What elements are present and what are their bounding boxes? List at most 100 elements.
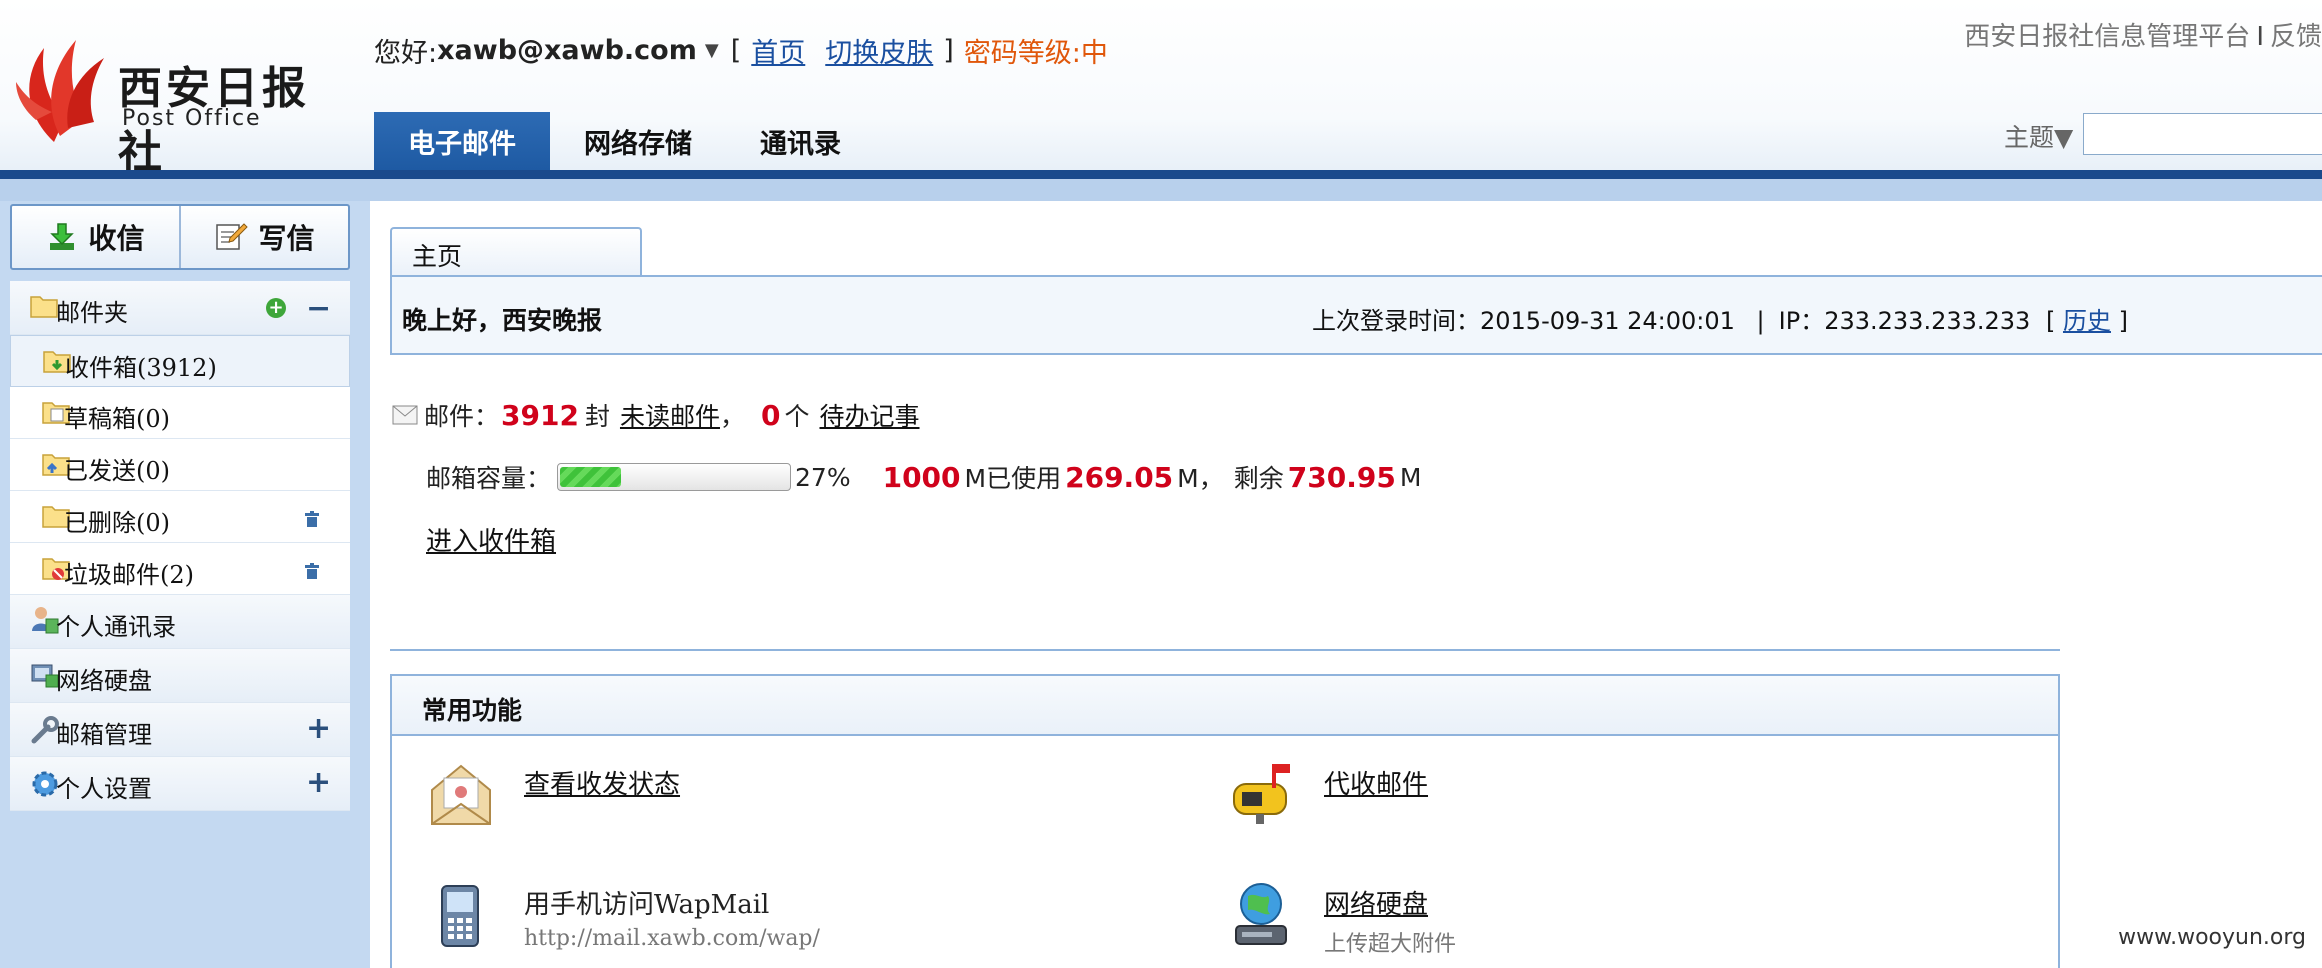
function-mail-status-title[interactable]: 查看收发状态 — [524, 764, 680, 801]
common-functions-panel: 常用功能 查看收发状态 代收邮件 用手机访问WapMail http://mai… — [390, 674, 2060, 968]
mail-stats: 邮件： 3912 封 未读邮件 ， 0 个 待办记事 — [392, 397, 920, 433]
add-folder-icon[interactable]: + — [266, 298, 286, 318]
nav-tab-storage[interactable]: 网络存储 — [550, 112, 726, 170]
receive-button[interactable]: 收信 — [12, 206, 179, 268]
folder-section-label: 邮件夹 — [56, 299, 128, 327]
logo-subtitle: Post Office — [122, 106, 262, 131]
section-mailbox-management-label: 邮箱管理 — [56, 721, 152, 749]
logo: 西安日报社 Post Office — [14, 24, 344, 178]
header: 西安日报社 Post Office 您好: xawb@xawb.com ▼ [ … — [0, 0, 2322, 178]
separator: I — [2256, 22, 2264, 52]
last-login-time: 2015-09-31 24:00:01 — [1480, 307, 1735, 335]
tab-home[interactable]: 主页 — [390, 227, 642, 277]
ip-label: IP： — [1778, 307, 1825, 335]
globe-disk-icon — [1228, 880, 1294, 954]
open-envelope-icon — [428, 760, 494, 834]
compose-label: 写信 — [258, 222, 315, 255]
todo-unit: 个 — [784, 402, 810, 431]
section-personal-settings-label: 个人设置 — [56, 775, 152, 803]
folder-sent-label: 已发送(0) — [64, 457, 170, 485]
section-network-disk[interactable]: 网络硬盘 — [10, 649, 350, 703]
folder-inbox[interactable]: 收件箱(3912) — [10, 335, 350, 387]
empty-trash-icon[interactable] — [302, 507, 322, 535]
enter-inbox-link[interactable]: 进入收件箱 — [426, 521, 556, 558]
feedback-link[interactable]: 反馈 — [2270, 22, 2322, 52]
platform-link[interactable]: 西安日报社信息管理平台 — [1964, 22, 2250, 52]
folder-section-header[interactable]: 邮件夹 + − — [10, 281, 350, 335]
capacity-progress-fill — [560, 467, 621, 487]
greeting-text: 晚上好，西安晚报 — [402, 306, 603, 335]
folder-sent[interactable]: 已发送(0) — [10, 439, 350, 491]
header-divider-light — [0, 179, 2322, 201]
download-arrow-icon — [50, 223, 75, 250]
theme-dropdown[interactable]: 主题▼ — [2004, 118, 2073, 154]
nav-tab-contacts[interactable]: 通讯录 — [726, 112, 875, 170]
capacity-stats: 邮箱容量： 27% 1000 M已使用 269.05 M， 剩余 730.95 … — [426, 459, 1421, 495]
receive-label: 收信 — [88, 222, 145, 255]
function-wapmail-title: 用手机访问WapMail — [524, 890, 770, 920]
function-collect-mail[interactable]: 代收邮件 — [1228, 760, 1728, 850]
expand-icon[interactable]: + — [306, 711, 331, 746]
capacity-total: 1000 — [882, 460, 961, 494]
function-network-disk-title[interactable]: 网络硬盘 — [1324, 884, 1428, 921]
greeting-bar: 晚上好，西安晚报 上次登录时间：2015-09-31 24:00:01 | IP：… — [390, 275, 2322, 355]
capacity-label: 邮箱容量： — [426, 464, 552, 493]
mailbox-icon — [1228, 760, 1298, 830]
capacity-progress-bar — [557, 463, 792, 491]
theme-input[interactable] — [2083, 113, 2322, 155]
function-mail-status[interactable]: 查看收发状态 — [428, 760, 928, 850]
user-bar: 您好: xawb@xawb.com ▼ [ 首页 切换皮肤 ] 密码等级:中 — [374, 30, 1108, 70]
history-link[interactable]: 历史 — [2063, 307, 2111, 335]
section-contacts-label: 个人通讯录 — [56, 613, 176, 641]
unread-mail-link[interactable]: 未读邮件 — [620, 397, 720, 433]
used-text: M已使用 — [964, 464, 1062, 493]
folder-drafts[interactable]: 草稿箱(0) — [10, 387, 350, 439]
section-contacts[interactable]: 个人通讯录 — [10, 595, 350, 649]
bracket-open: [ — [730, 34, 742, 66]
remain-unit-sep: M， — [1177, 464, 1224, 493]
section-network-disk-label: 网络硬盘 — [56, 667, 152, 695]
compose-button[interactable]: 写信 — [179, 206, 348, 268]
folder-junk[interactable]: 垃圾邮件(2) — [10, 543, 350, 595]
empty-junk-icon[interactable] — [302, 559, 322, 587]
remain-label: 剩余 — [1233, 464, 1284, 493]
function-wapmail[interactable]: 用手机访问WapMail http://mail.xawb.com/wap/ — [428, 880, 1128, 968]
user-email-menu[interactable]: xawb@xawb.com — [437, 35, 697, 66]
last-login-info: 上次登录时间：2015-09-31 24:00:01 | IP：233.233.2… — [1312, 301, 2128, 336]
caret-down-icon[interactable]: ▼ — [705, 40, 719, 61]
todo-link[interactable]: 待办记事 — [820, 397, 920, 433]
logo-flame-icon — [16, 40, 104, 142]
folder-icon — [30, 293, 58, 319]
mail-unit: 封 — [584, 402, 610, 431]
used-value: 269.05 — [1065, 460, 1174, 494]
collapse-icon[interactable]: − — [306, 291, 331, 326]
expand-icon[interactable]: + — [306, 765, 331, 800]
bracket-close: ] — [943, 34, 954, 66]
capacity-percent: 27% — [795, 462, 851, 492]
folder-drafts-label: 草稿箱(0) — [64, 405, 170, 433]
bracket-open: [ — [2045, 307, 2056, 335]
ip-value: 233.233.233.233 — [1824, 307, 2031, 335]
function-network-disk[interactable]: 网络硬盘 上传超大附件 — [1228, 880, 1728, 968]
greeting-prefix: 您好: — [374, 37, 438, 69]
header-divider — [0, 170, 2322, 179]
main-content: 主页 晚上好，西安晚报 上次登录时间：2015-09-31 24:00:01 |… — [370, 201, 2322, 968]
bracket-close: ] — [2118, 307, 2128, 335]
main-nav: 电子邮件 网络存储 通讯录 — [374, 112, 875, 170]
nav-tab-email[interactable]: 电子邮件 — [374, 112, 550, 170]
remain-unit: M — [1399, 462, 1422, 492]
mobile-phone-icon — [428, 880, 494, 954]
section-personal-settings[interactable]: 个人设置 + — [10, 757, 350, 811]
todo-count: 0 — [761, 398, 781, 432]
home-link[interactable]: 首页 — [751, 31, 805, 70]
function-collect-mail-title[interactable]: 代收邮件 — [1324, 764, 1428, 801]
watermark: www.wooyun.org — [2118, 925, 2306, 950]
switch-skin-link[interactable]: 切换皮肤 — [825, 31, 933, 70]
folder-deleted-label: 已删除(0) — [64, 509, 170, 537]
folder-deleted[interactable]: 已删除(0) — [10, 491, 350, 543]
section-mailbox-management[interactable]: 邮箱管理 + — [10, 703, 350, 757]
mail-action-buttons: 收信 写信 — [10, 204, 350, 270]
last-login-label: 上次登录时间： — [1312, 307, 1480, 335]
section-divider — [390, 649, 2060, 651]
mail-count: 3912 — [501, 398, 579, 432]
